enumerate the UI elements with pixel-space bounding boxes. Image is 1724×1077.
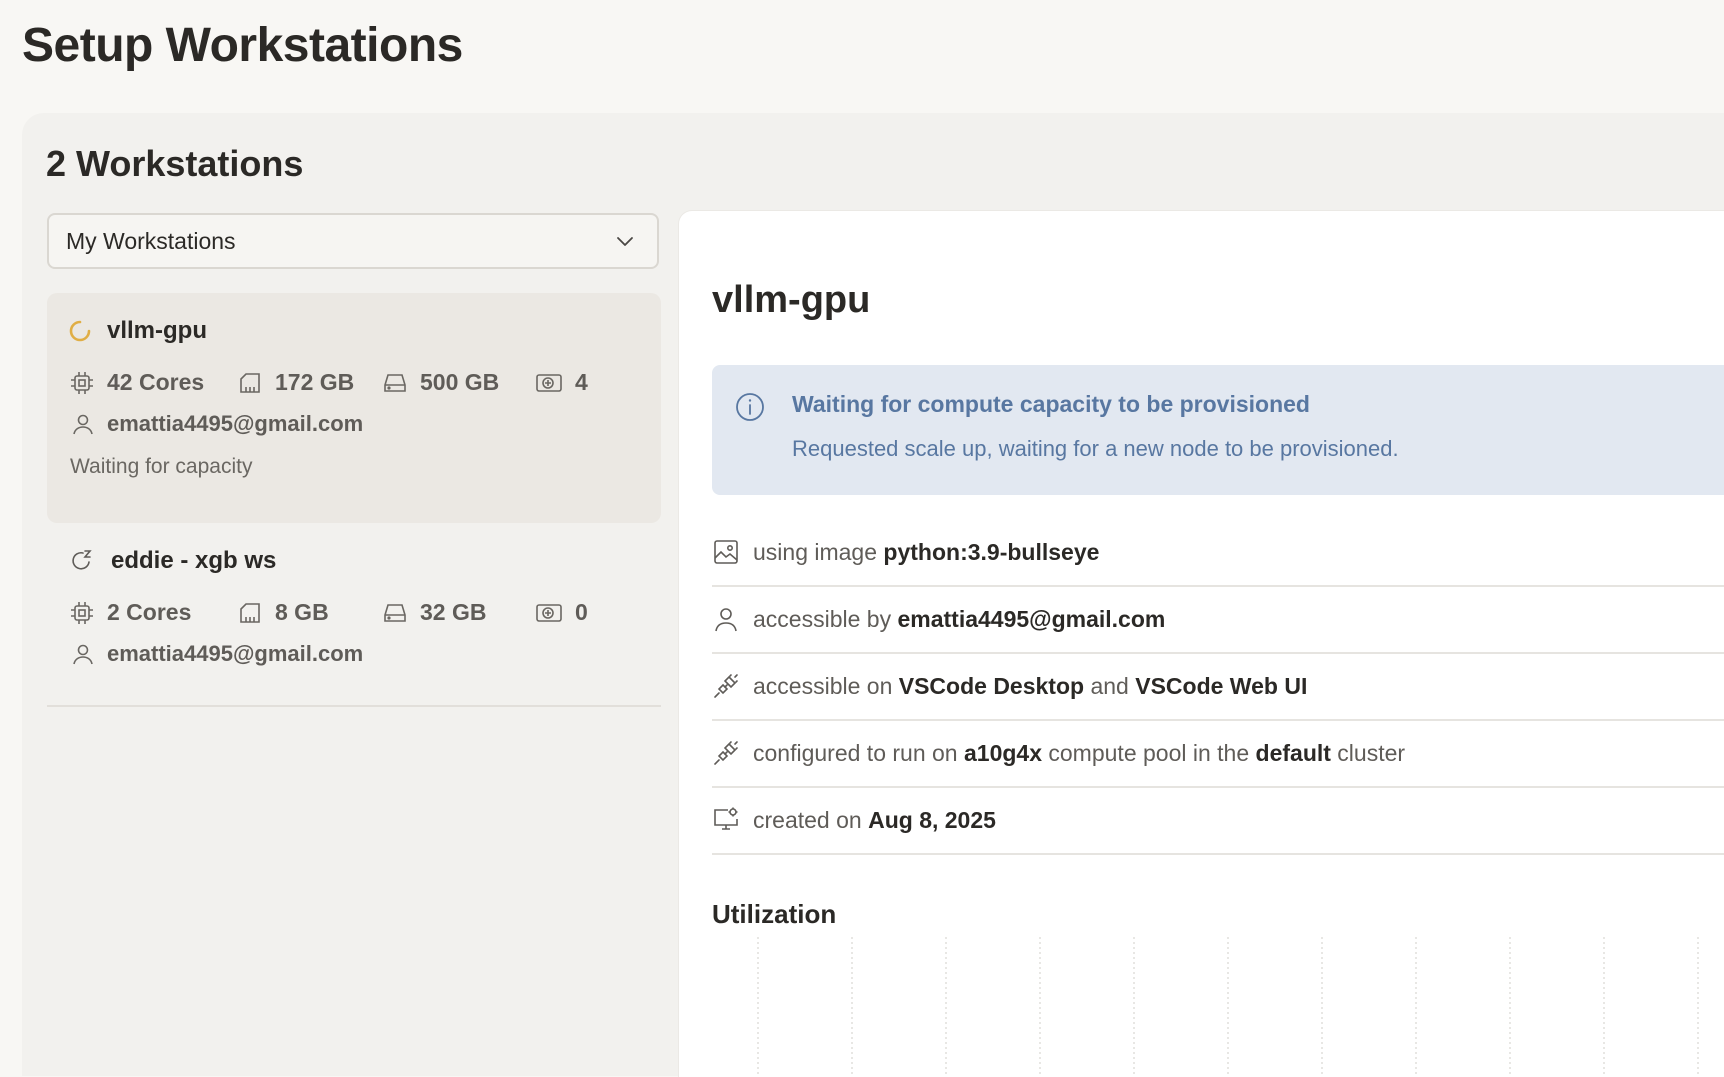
hard-drive-icon — [384, 373, 406, 392]
disk-spec: 500 GB — [382, 369, 499, 396]
ide-row-label: accessible on — [753, 672, 899, 699]
plug-icon — [714, 674, 738, 698]
workstation-name: vllm-gpu — [107, 317, 207, 344]
user-icon — [715, 608, 737, 632]
owner-email: emattia4495@gmail.com — [107, 641, 364, 666]
access-row: accessible by emattia4495@gmail.com — [712, 586, 1724, 654]
access-email: emattia4495@gmail.com — [897, 605, 1166, 632]
loading-spinner-icon — [69, 320, 91, 342]
disk-value: 32 GB — [420, 599, 487, 625]
owner-row: emattia4495@gmail.com — [71, 641, 363, 667]
gpu-value: 0 — [575, 599, 588, 625]
image-icon — [714, 540, 738, 564]
user-icon — [73, 414, 93, 435]
ide-vscode-web: VSCode Web UI — [1135, 672, 1308, 699]
cores-spec: 42 Cores — [69, 369, 204, 396]
detail-title: vllm-gpu — [712, 279, 871, 321]
memory-spec: 8 GB — [237, 599, 329, 626]
cores-spec: 2 Cores — [69, 599, 191, 626]
memory-value: 172 GB — [275, 369, 355, 395]
sleep-refresh-icon — [72, 550, 92, 570]
memory-spec: 172 GB — [237, 369, 354, 396]
image-row-label: using image — [753, 538, 884, 565]
disk-spec: 32 GB — [382, 599, 486, 626]
page-title: Setup Workstations — [22, 19, 463, 72]
workstation-detail-pane: vllm-gpu Waiting for compute capacity to… — [678, 210, 1724, 1077]
created-date: Aug 8, 2025 — [868, 806, 996, 833]
utilization-heading: Utilization — [712, 899, 837, 929]
workstation-filter-dropdown[interactable]: My Workstations — [47, 213, 659, 269]
created-row-label: created on — [753, 806, 869, 833]
created-row: created on Aug 8, 2025 — [712, 787, 1724, 855]
cpu-chip-icon — [71, 371, 93, 394]
gpu-spec: 4 — [535, 369, 588, 396]
workstation-name: eddie - xgb ws — [111, 547, 277, 574]
image-row: using image python:3.9-bullseye — [712, 519, 1724, 587]
compute-row: configured to run on a10g4x compute pool… — [712, 720, 1724, 788]
ide-vscode-desktop: VSCode Desktop — [898, 672, 1085, 699]
gpu-spec: 0 — [535, 599, 588, 626]
cpu-chip-icon — [71, 601, 93, 624]
image-name: python:3.9-bullseye — [883, 538, 1100, 565]
monitor-settings-icon — [714, 807, 738, 830]
chevron-down-icon — [617, 237, 633, 246]
compute-row-middle: compute pool in the — [1042, 739, 1256, 766]
compute-row-label: configured to run on — [753, 739, 964, 766]
plug-icon — [714, 741, 738, 765]
cores-value: 2 Cores — [107, 599, 192, 625]
disk-value: 500 GB — [420, 369, 500, 395]
workstations-count-heading: 2 Workstations — [46, 143, 304, 184]
info-icon — [736, 393, 764, 421]
workstation-item-vllm-gpu[interactable]: vllm-gpu 42 Cores 172 GB 500 GB 4 ematti… — [47, 293, 661, 523]
owner-row: emattia4495@gmail.com — [71, 411, 363, 437]
alert-title: Waiting for compute capacity to be provi… — [792, 391, 1310, 417]
compute-pool-name: a10g4x — [963, 739, 1042, 766]
workstation-filter-value: My Workstations — [66, 227, 236, 254]
ide-joiner: and — [1084, 672, 1136, 699]
utilization-chart — [757, 937, 1699, 1077]
gpu-card-icon — [536, 603, 562, 622]
alert-body: Requested scale up, waiting for a new no… — [792, 436, 1399, 461]
provisioning-alert: Waiting for compute capacity to be provi… — [712, 365, 1724, 495]
user-icon — [73, 644, 93, 665]
cores-value: 42 Cores — [107, 369, 205, 395]
memory-value: 8 GB — [275, 599, 329, 625]
gpu-value: 4 — [575, 369, 588, 395]
cluster-name: default — [1255, 739, 1331, 766]
workstation-status-text: Waiting for capacity — [70, 455, 253, 478]
workstation-item-eddie-xgb-ws[interactable]: eddie - xgb ws 2 Cores 8 GB 32 GB 0 emat… — [47, 523, 661, 707]
ide-row: accessible on VSCode Desktop and VSCode … — [712, 653, 1724, 721]
owner-email: emattia4495@gmail.com — [107, 411, 364, 436]
compute-row-suffix: cluster — [1330, 739, 1406, 766]
memory-card-icon — [240, 372, 260, 393]
access-row-label: accessible by — [753, 605, 898, 632]
gpu-card-icon — [536, 373, 562, 392]
memory-card-icon — [240, 602, 260, 623]
hard-drive-icon — [384, 603, 406, 622]
